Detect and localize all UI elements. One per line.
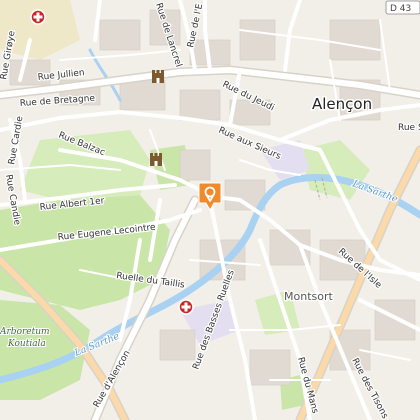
street-label-rue-s: Rue S (398, 123, 420, 133)
poi-label-arboretum: Arboretum (0, 327, 50, 337)
castle-icon[interactable] (150, 153, 162, 166)
poi-label-koutiala: Koutiala (7, 339, 46, 349)
map-view[interactable]: D 43 Rue Jullien Rue de Bretagne Rue Bal… (0, 0, 420, 420)
road-badge: D 43 (385, 0, 420, 15)
hospital-icon[interactable] (30, 9, 46, 25)
castle-icon[interactable] (152, 70, 164, 83)
road-badge-text: D 43 (390, 4, 411, 14)
district-label: Montsort (284, 290, 333, 303)
city-label: Alençon (312, 95, 372, 113)
map-canvas[interactable]: D 43 Rue Jullien Rue de Bretagne Rue Bal… (0, 0, 420, 420)
hospital-icon[interactable] (178, 299, 194, 315)
